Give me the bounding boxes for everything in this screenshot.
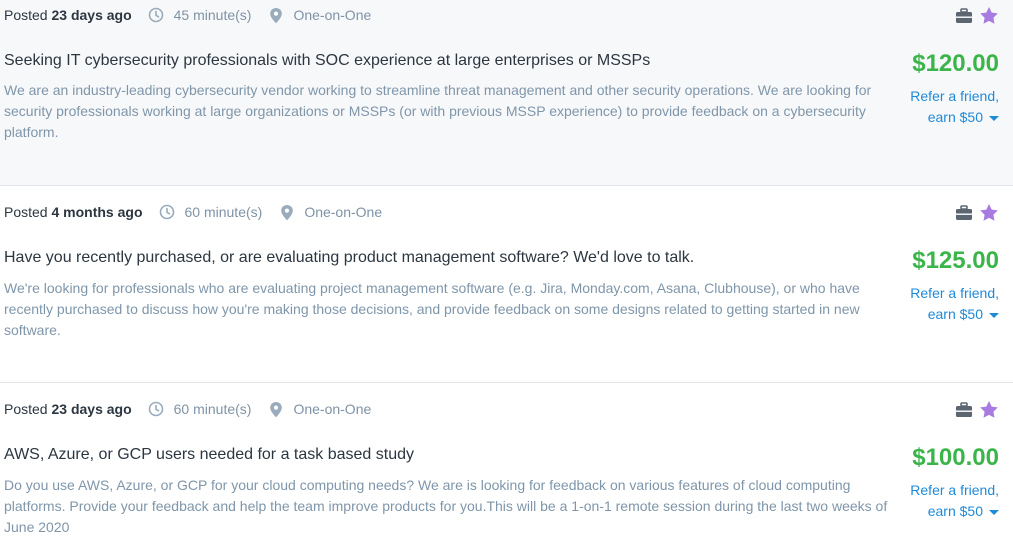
listing-title[interactable]: Have you recently purchased, or are eval… xyxy=(4,248,694,268)
listing-price: $125.00 xyxy=(912,247,999,274)
refer-line-1: Refer a friend, xyxy=(910,88,999,104)
refer-friend-link[interactable]: Refer a friend, earn $50 xyxy=(889,480,999,522)
refer-line-1: Refer a friend, xyxy=(910,482,999,498)
format-info: One-on-One xyxy=(251,6,371,24)
refer-friend-link[interactable]: Refer a friend, earn $50 xyxy=(889,283,999,325)
listing-meta: Posted 4 months ago 60 minute(s) One-on-… xyxy=(4,203,382,221)
listing-title[interactable]: Seeking IT cybersecurity professionals w… xyxy=(4,51,650,71)
listing-actions xyxy=(955,6,999,25)
duration-info: 45 minute(s) xyxy=(132,6,252,24)
format-text: One-on-One xyxy=(304,204,383,220)
format-info: One-on-One xyxy=(262,203,382,221)
refer-line-2: earn $50 xyxy=(927,306,983,322)
duration-info: 60 minute(s) xyxy=(143,203,263,221)
refer-line-2: earn $50 xyxy=(927,503,983,519)
posted-label: Posted xyxy=(4,401,48,417)
duration-text: 60 minute(s) xyxy=(184,204,263,220)
posted-info: Posted 23 days ago xyxy=(4,6,132,24)
format-text: One-on-One xyxy=(293,401,372,417)
duration-info: 60 minute(s) xyxy=(132,400,252,418)
posted-label: Posted xyxy=(4,7,48,23)
caret-down-icon xyxy=(989,115,999,121)
refer-line-1: Refer a friend, xyxy=(910,285,999,301)
posted-age: 4 months ago xyxy=(51,204,143,220)
posted-info: Posted 23 days ago xyxy=(4,400,132,418)
listing-description: We're looking for professionals who are … xyxy=(4,280,860,338)
posted-age: 23 days ago xyxy=(51,7,132,23)
format-text: One-on-One xyxy=(293,7,372,23)
listing-card[interactable]: Posted 23 days ago 60 minute(s) One-on-O… xyxy=(0,383,1013,544)
caret-down-icon xyxy=(989,312,999,318)
star-icon[interactable] xyxy=(979,203,999,222)
listing-card[interactable]: Posted 23 days ago 45 minute(s) One-on-O… xyxy=(0,0,1013,186)
star-icon[interactable] xyxy=(979,6,999,25)
location-pin-icon xyxy=(281,204,294,220)
listing-card[interactable]: Posted 4 months ago 60 minute(s) One-on-… xyxy=(0,186,1013,383)
briefcase-icon[interactable] xyxy=(955,401,973,418)
briefcase-icon[interactable] xyxy=(955,204,973,221)
listing-actions xyxy=(955,400,999,419)
listing-meta: Posted 23 days ago 60 minute(s) One-on-O… xyxy=(4,400,371,418)
listing-price: $120.00 xyxy=(912,50,999,77)
posted-label: Posted xyxy=(4,204,48,220)
location-pin-icon xyxy=(270,7,283,23)
posted-age: 23 days ago xyxy=(51,401,132,417)
refer-friend-link[interactable]: Refer a friend, earn $50 xyxy=(889,86,999,128)
listing-description: We are an industry-leading cybersecurity… xyxy=(4,82,872,140)
listing-price: $100.00 xyxy=(912,444,999,471)
format-info: One-on-One xyxy=(251,400,371,418)
posted-info: Posted 4 months ago xyxy=(4,203,143,221)
briefcase-icon[interactable] xyxy=(955,7,973,24)
duration-text: 60 minute(s) xyxy=(173,401,252,417)
clock-icon xyxy=(159,204,174,220)
duration-text: 45 minute(s) xyxy=(173,7,252,23)
caret-down-icon xyxy=(989,509,999,515)
clock-icon xyxy=(148,7,163,23)
location-pin-icon xyxy=(270,401,283,417)
refer-line-2: earn $50 xyxy=(927,109,983,125)
study-listings: Posted 23 days ago 45 minute(s) One-on-O… xyxy=(0,0,1013,544)
clock-icon xyxy=(148,401,163,417)
listing-actions xyxy=(955,203,999,222)
listing-title[interactable]: AWS, Azure, or GCP users needed for a ta… xyxy=(4,445,414,465)
star-icon[interactable] xyxy=(979,400,999,419)
listing-description: Do you use AWS, Azure, or GCP for your c… xyxy=(4,477,888,535)
listing-meta: Posted 23 days ago 45 minute(s) One-on-O… xyxy=(4,6,371,24)
